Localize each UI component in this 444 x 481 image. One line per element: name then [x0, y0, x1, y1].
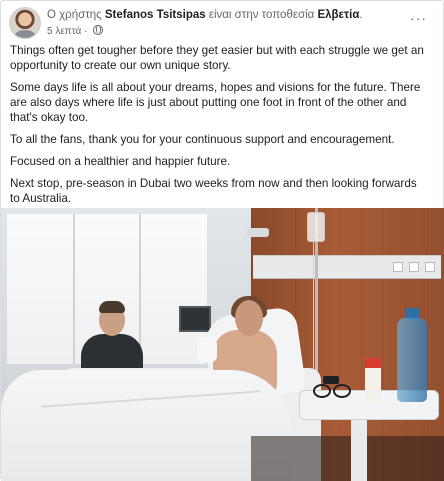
photo-iv-bag [307, 212, 325, 242]
location-suffix: . [359, 9, 363, 21]
more-options-button[interactable]: ··· [410, 11, 427, 25]
photo-lamp [247, 228, 269, 237]
window-pane [139, 214, 141, 364]
avatar[interactable] [9, 7, 41, 39]
post-paragraph: Things often get tougher before they get… [10, 44, 424, 72]
location-prefix: είναι στην τοποθεσία [205, 9, 318, 21]
photo-patient-head [235, 300, 263, 336]
photo-blanket [1, 370, 291, 481]
post-header: Ο χρήστης Stefanos Tsitsipas είναι στην … [9, 7, 435, 41]
post-meta: 5 λεπτά · [47, 25, 104, 37]
photo-shadow [251, 436, 444, 481]
window-pane [73, 214, 75, 364]
photo-medical-rail [253, 255, 441, 279]
photo-bandage [197, 338, 217, 362]
photo-cream-cap [365, 358, 381, 368]
post-photo[interactable] [1, 208, 444, 481]
post-paragraph: Some days life is all about your dreams,… [10, 81, 421, 124]
photo-water-bottle [397, 318, 427, 402]
photo-monitor [179, 306, 211, 332]
rail-socket [393, 262, 403, 272]
author-line: Ο χρήστης Stefanos Tsitsipas είναι στην … [47, 9, 363, 21]
globe-icon[interactable] [93, 25, 104, 35]
post-card: Ο χρήστης Stefanos Tsitsipas είναι στην … [0, 0, 444, 481]
photo-table-leg [351, 418, 367, 481]
photo-glasses [313, 384, 355, 398]
post-body: Things often get tougher before they get… [10, 43, 429, 213]
author-name-link[interactable]: Stefanos Tsitsipas [105, 9, 206, 21]
avatar-shoulder [14, 30, 36, 38]
timestamp-link[interactable]: 5 λεπτά · [47, 26, 87, 37]
post-paragraph: Next stop, pre-season in Dubai two weeks… [10, 177, 417, 205]
photo-iv-tube [313, 238, 314, 388]
glasses-lens [313, 384, 331, 398]
author-prefix: Ο χρήστης [47, 9, 105, 21]
photo-visitor-hair [99, 301, 125, 313]
photo-phone [323, 376, 339, 384]
glasses-lens [333, 384, 351, 398]
rail-socket [409, 262, 419, 272]
rail-socket [425, 262, 435, 272]
post-paragraph: Focused on a healthier and happier futur… [10, 155, 231, 168]
post-paragraph: To all the fans, thank you for your cont… [10, 133, 395, 146]
location-link[interactable]: Ελβετία [317, 9, 359, 21]
